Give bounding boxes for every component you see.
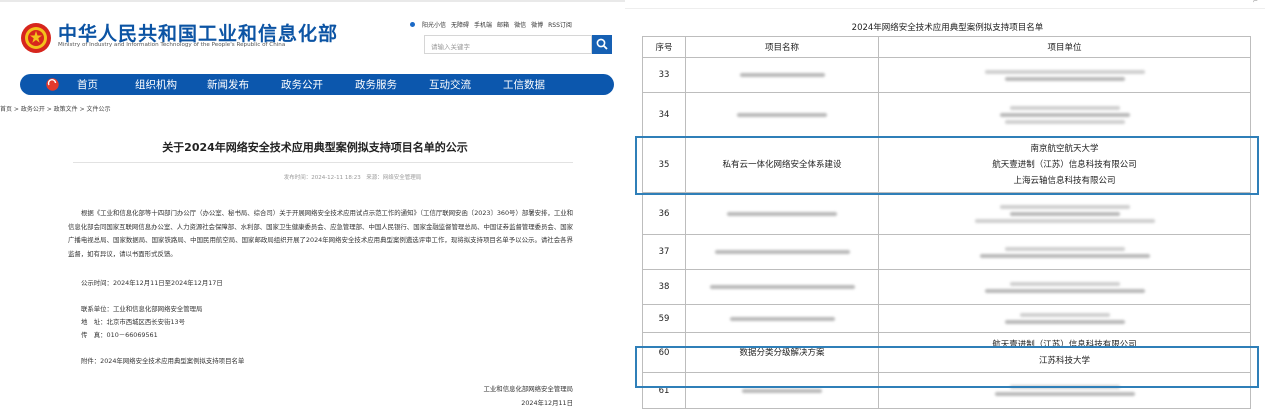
main-nav: 首页 组织机构 新闻发布 政务公开 政务服务 互动交流 工信数据 [20, 74, 614, 95]
project-unit: 航天壹进制（江苏）信息科技有限公司 [992, 160, 1137, 170]
table-row: 37 [642, 234, 1251, 270]
util-link-email[interactable]: 邮箱 [497, 20, 509, 29]
row-name-redacted [685, 304, 879, 333]
utility-links: 阳光小信 无障碍 手机端 邮箱 微信 微博 RSS订阅 [410, 20, 572, 29]
row-number: 36 [642, 192, 686, 235]
row-number: 34 [642, 92, 686, 138]
nav-data[interactable]: 工信数据 [503, 77, 545, 92]
project-unit: 江苏科技大学 [1038, 355, 1090, 366]
row-name-redacted [685, 372, 879, 409]
row-number: 35 [642, 137, 686, 193]
search-icon [596, 38, 608, 50]
row-project-name: 私有云一体化网络安全体系建设 [685, 137, 879, 193]
row-number: 33 [642, 57, 686, 93]
title-divider [73, 162, 573, 163]
table-row: 59 [642, 304, 1251, 333]
attachment-link[interactable]: 附件：2024年网络安全技术应用典型案例拟支持项目名单 [81, 356, 244, 365]
nav-news[interactable]: 新闻发布 [207, 77, 249, 92]
row-number: 61 [642, 372, 686, 409]
breadcrumb[interactable]: 首页 > 政务公开 > 政策文件 > 文件公示 [0, 104, 111, 113]
national-emblem-icon [21, 23, 51, 53]
table-header-row: 序号 项目名称 项目单位 [642, 36, 1251, 58]
table-row-highlighted: 60 数据分类分级解决方案 航天壹进制（江苏）信息科技有限公司 江苏科技大学 [642, 332, 1251, 373]
util-link-rss[interactable]: RSS订阅 [548, 20, 572, 29]
header-number: 序号 [642, 36, 686, 58]
table-row: 61 [642, 372, 1251, 409]
table-caption: 2024年网络安全技术应用典型案例拟支持项目名单 [851, 23, 1044, 33]
util-link-sunshine[interactable]: 阳光小信 [422, 20, 446, 29]
row-units-redacted [878, 234, 1251, 270]
signature-date: 2024年12月11日 [521, 399, 573, 407]
table-row: 36 [642, 192, 1251, 235]
top-border [0, 0, 625, 2]
notice-page: 中华人民共和国工业和信息化部 Ministry of Industry and … [0, 0, 625, 419]
row-name-redacted [685, 192, 879, 235]
project-table: 序号 项目名称 项目单位 33 34 35 私有云一体化网络安全体系建设 南京航… [642, 36, 1251, 409]
row-units-redacted [878, 92, 1251, 138]
project-list-document: ⌐ 2024年网络安全技术应用典型案例拟支持项目名单 序号 项目名称 项目单位 … [625, 0, 1265, 419]
nav-organization[interactable]: 组织机构 [135, 77, 177, 92]
site-subtitle: Ministry of Industry and Information Tec… [58, 42, 286, 48]
row-project-units: 航天壹进制（江苏）信息科技有限公司 江苏科技大学 [878, 332, 1251, 373]
contact-address: 地 址：北京市西城区西长安街13号 [81, 318, 185, 326]
table-row: 33 [642, 57, 1251, 93]
contact-fax: 传 真：010－66069561 [81, 331, 158, 339]
page-corner-mark: ⌐ [1252, 0, 1258, 5]
project-unit: 航天壹进制（江苏）信息科技有限公司 [992, 339, 1137, 350]
table-row-highlighted: 35 私有云一体化网络安全体系建设 南京航空航天大学 航天壹进制（江苏）信息科技… [642, 137, 1251, 193]
signature-org: 工业和信息化部网络安全管理局 [483, 385, 573, 393]
row-number: 59 [642, 304, 686, 333]
header-project-unit: 项目单位 [878, 36, 1251, 58]
table-row: 34 [642, 92, 1251, 138]
row-units-redacted [878, 269, 1251, 305]
search-input[interactable]: 请输入关键字 [424, 35, 592, 54]
row-name-redacted [685, 234, 879, 270]
row-project-name: 数据分类分级解决方案 [685, 332, 879, 373]
project-unit: 南京航空航天大学 [1030, 144, 1099, 154]
nav-interaction[interactable]: 互动交流 [429, 77, 471, 92]
util-link-wechat[interactable]: 微信 [514, 20, 526, 29]
nav-gov-affairs[interactable]: 政务公开 [281, 77, 323, 92]
publish-meta: 发布时间：2024-12-11 18:23 来源：网络安全管理局 [283, 175, 422, 181]
contact-unit: 联系单位：工业和信息化部网络安全管理局 [81, 305, 203, 313]
row-name-redacted [685, 269, 879, 305]
row-name-redacted [685, 57, 879, 93]
nav-services[interactable]: 政务服务 [355, 77, 397, 92]
project-unit: 上海云轴信息科技有限公司 [1013, 176, 1116, 186]
table-row: 38 [642, 269, 1251, 305]
nav-home[interactable]: 首页 [77, 77, 98, 92]
row-units-redacted [878, 192, 1251, 235]
row-units-redacted [878, 372, 1251, 409]
row-units-redacted [878, 304, 1251, 333]
notice-paragraph: 根据《工业和信息化部等十四部门办公厅（办公室、秘书局、综合司）关于开展网络安全技… [68, 209, 573, 258]
row-name-redacted [685, 92, 879, 138]
nav-emblem-icon[interactable] [46, 78, 59, 91]
util-link-accessibility[interactable]: 无障碍 [451, 20, 469, 29]
document-top-edge: ⌐ [625, 0, 1265, 9]
publicity-period: 公示时间：2024年12月11日至2024年12月17日 [81, 279, 223, 287]
search-button[interactable] [592, 35, 612, 54]
row-number: 38 [642, 269, 686, 305]
row-number: 37 [642, 234, 686, 270]
row-project-units: 南京航空航天大学 航天壹进制（江苏）信息科技有限公司 上海云轴信息科技有限公司 [878, 137, 1251, 193]
util-link-mobile[interactable]: 手机端 [474, 20, 492, 29]
row-number: 60 [642, 332, 686, 373]
sunshine-icon [410, 22, 415, 27]
util-link-weibo[interactable]: 微博 [531, 20, 543, 29]
header-project-name: 项目名称 [685, 36, 879, 58]
page-title: 关于2024年网络安全技术应用典型案例拟支持项目名单的公示 [162, 141, 468, 154]
row-units-redacted [878, 57, 1251, 93]
